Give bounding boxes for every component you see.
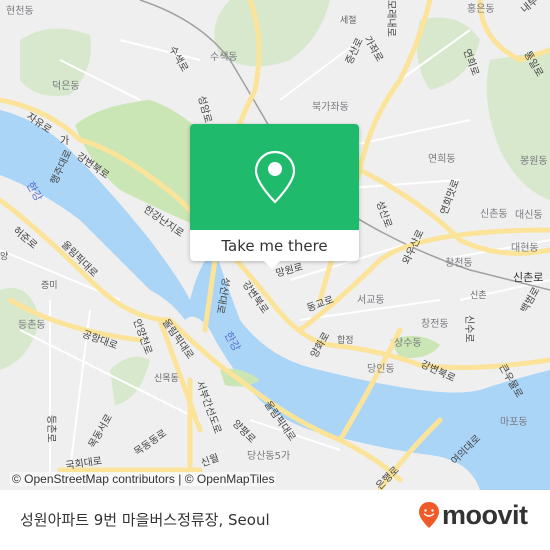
- map-attribution[interactable]: © OpenStreetMap contributors | © OpenMap…: [10, 472, 277, 486]
- road-label: 등촌로: [45, 415, 56, 443]
- place-label: 북가좌동: [312, 102, 349, 113]
- place-label: 서교동: [357, 295, 385, 306]
- place-label: 덕은동: [52, 81, 80, 92]
- place-label: 당산동5가: [247, 451, 291, 462]
- popup-pointer: [264, 261, 280, 269]
- place-label: 봉원동: [520, 156, 548, 167]
- place-label: 세절: [340, 16, 357, 26]
- place-label: 합정: [337, 336, 354, 346]
- place-label: 창전동: [421, 319, 449, 330]
- moovit-pin-icon: [419, 502, 439, 528]
- map-pin-icon: [254, 150, 295, 204]
- place-label: 대현동: [511, 243, 539, 254]
- location-popup: Take me there: [190, 124, 359, 269]
- place-label: 연희동: [428, 154, 456, 165]
- place-label: 신목동: [154, 374, 179, 384]
- place-label: 현천동: [6, 6, 34, 17]
- map-view[interactable]: 현천동 덕은동 수색동 세절 북가좌동 홍은동 연희동 봉원동 신촌동 대신동 …: [0, 0, 550, 490]
- place-label: 홍은동: [467, 4, 495, 15]
- take-me-there-button[interactable]: Take me there: [190, 230, 359, 261]
- place-label: 증미: [41, 281, 58, 291]
- road-label: 신촌로: [513, 271, 544, 284]
- place-label: 상수동: [394, 338, 422, 349]
- place-label: 창천동: [445, 258, 473, 269]
- footer-bar: 성원아파트 9번 마을버스정류장, Seoul moovit: [0, 490, 550, 550]
- moovit-wordmark: moovit: [442, 499, 528, 530]
- stop-name: 성원아파트 9번 마을버스정류장, Seoul: [20, 511, 270, 529]
- moovit-logo[interactable]: moovit: [418, 500, 528, 530]
- road-label: 모래내로: [385, 0, 396, 37]
- place-label: 양: [0, 252, 9, 262]
- place-label: 등촌동: [18, 320, 46, 331]
- road-label: 신수로: [463, 315, 474, 343]
- road-label: 가: [60, 136, 70, 147]
- place-label: 대신동: [515, 210, 543, 221]
- place-label: 신촌동: [480, 209, 508, 220]
- place-label: 수색동: [210, 52, 238, 63]
- place-label: 당인동: [367, 364, 395, 375]
- place-label: 신촌: [470, 291, 487, 301]
- popup-header: [190, 124, 359, 230]
- place-label: 마포동: [500, 417, 528, 428]
